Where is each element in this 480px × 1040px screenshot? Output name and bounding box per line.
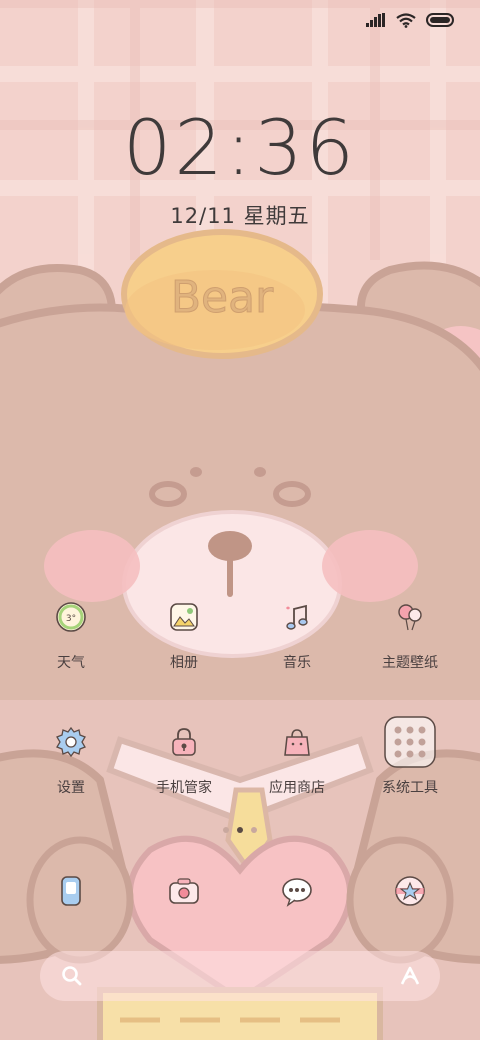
dock-camera[interactable] — [167, 874, 201, 908]
page-indicator[interactable] — [0, 825, 480, 835]
app-label: 设置 — [57, 780, 85, 796]
app-label: 手机管家 — [156, 780, 212, 796]
page-dot-active[interactable] — [237, 827, 243, 833]
assistant-icon[interactable] — [398, 964, 422, 988]
app-label: 相册 — [170, 655, 198, 671]
app-label: 系统工具 — [382, 780, 438, 796]
settings-icon — [56, 726, 86, 758]
themes-icon — [398, 604, 422, 631]
app-label: 主题壁纸 — [382, 655, 438, 671]
system-tools-folder-icon — [384, 716, 436, 768]
clock-date: 12/11 星期五 — [170, 204, 310, 228]
app-weather[interactable]: 3° 天气 — [16, 600, 126, 672]
app-security[interactable]: 手机管家 — [129, 725, 239, 797]
gallery-icon — [170, 603, 198, 631]
search-bar[interactable] — [40, 951, 440, 1001]
app-music[interactable]: 音乐 — [242, 600, 352, 672]
bear-badge-text: Bear — [171, 272, 274, 323]
browser-icon — [395, 876, 425, 906]
messages-icon — [282, 878, 312, 907]
app-themes[interactable]: 主题壁纸 — [355, 600, 465, 672]
app-label: 音乐 — [283, 655, 311, 671]
clock-time[interactable]: 02:36 — [0, 100, 480, 196]
app-settings[interactable]: 设置 — [16, 725, 126, 797]
app-label: 应用商店 — [269, 780, 325, 796]
wifi-icon — [396, 12, 416, 28]
camera-icon — [169, 878, 199, 904]
phone-icon — [61, 876, 81, 906]
weather-icon: 3° — [56, 602, 86, 632]
page-dot[interactable] — [251, 827, 257, 833]
music-icon — [286, 604, 308, 630]
security-icon — [172, 728, 196, 756]
app-label: 天气 — [57, 655, 85, 671]
dock-messages[interactable] — [280, 874, 314, 908]
dock-browser[interactable] — [393, 874, 427, 908]
dock-phone[interactable] — [54, 874, 88, 908]
svg-text:3°: 3° — [66, 614, 76, 624]
app-folder-system-tools[interactable]: 系统工具 — [355, 716, 465, 797]
status-bar — [366, 8, 456, 32]
app-store-icon — [284, 729, 310, 756]
search-icon[interactable] — [60, 964, 84, 988]
page-dot[interactable] — [223, 827, 229, 833]
battery-icon — [426, 13, 454, 27]
app-gallery[interactable]: 相册 — [129, 600, 239, 672]
signal-bars-icon — [366, 13, 385, 27]
app-store[interactable]: 应用商店 — [242, 725, 352, 797]
